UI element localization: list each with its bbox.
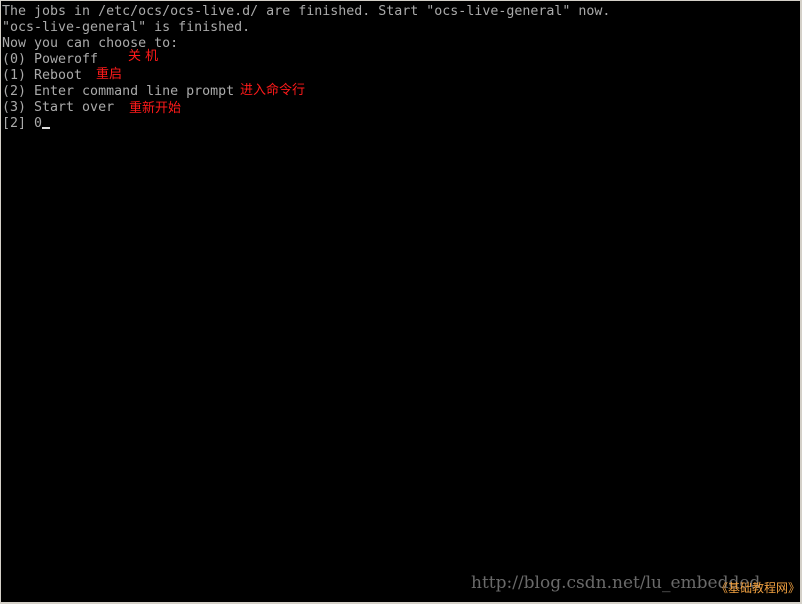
option-start-over: (3) Start over xyxy=(2,100,115,115)
annotation-start-over: 重新开始 xyxy=(129,101,182,116)
terminal-screen[interactable]: The jobs in /etc/ocs/ocs-live.d/ are fin… xyxy=(1,1,800,602)
annotation-reboot: 重启 xyxy=(96,67,123,82)
terminal-line: "ocs-live-general" is finished. xyxy=(2,20,251,35)
prompt-input[interactable]: 0 xyxy=(34,116,42,131)
annotation-command-line: 进入命令行 xyxy=(240,83,306,98)
option-poweroff: (0) Poweroff xyxy=(2,52,99,67)
option-command-line: (2) Enter command line prompt xyxy=(2,84,235,99)
prompt-line[interactable]: [2] 0 xyxy=(2,116,51,132)
prompt-default: [2] xyxy=(2,116,35,131)
option-reboot: (1) Reboot xyxy=(2,68,83,83)
annotation-poweroff: 关 机 xyxy=(128,49,159,64)
terminal-line: The jobs in /etc/ocs/ocs-live.d/ are fin… xyxy=(2,4,611,19)
watermark-site: 《基础教程网》 xyxy=(716,581,800,595)
cursor xyxy=(42,127,51,129)
